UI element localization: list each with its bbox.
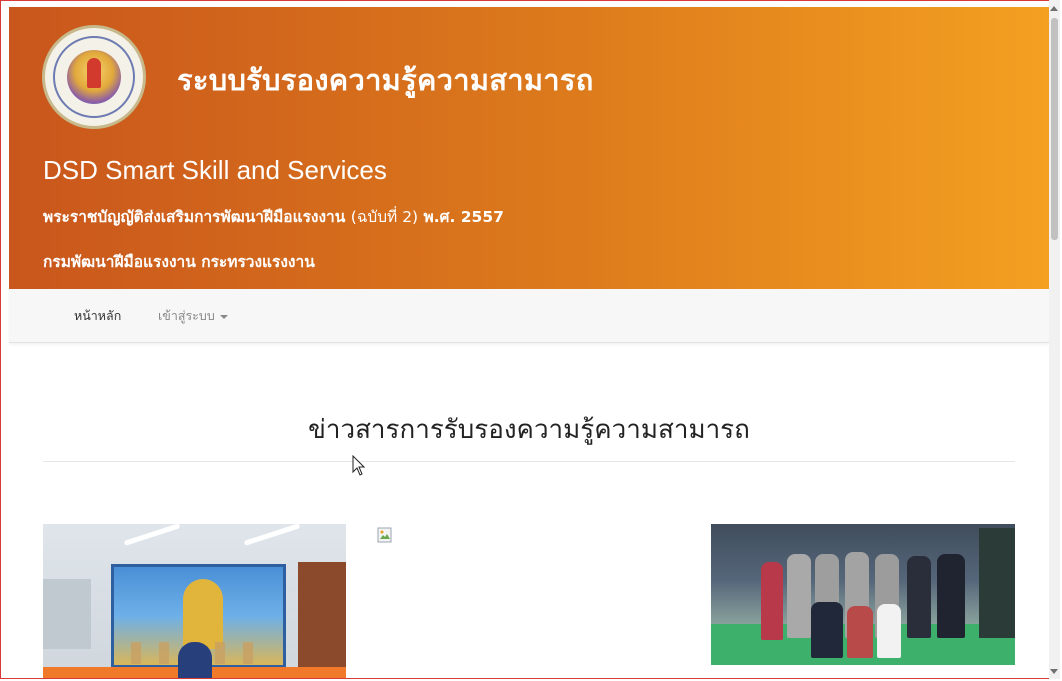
photo-wall: [298, 562, 346, 678]
nav-login-dropdown[interactable]: เข้าสู่ระบบ: [158, 306, 228, 326]
site-header: ระบบรับรองความรู้ความสามารถ DSD Smart Sk…: [9, 7, 1049, 289]
news-heading: ข่าวสารการรับรองความรู้ความสามารถ: [308, 415, 750, 445]
broken-image-icon[interactable]: [377, 527, 393, 543]
photo-statue: [183, 579, 223, 649]
nav-login-label: เข้าสู่ระบบ: [158, 308, 215, 323]
act-text: พระราชบัญญัติส่งเสริมการพัฒนาฝีมือแรงงาน: [43, 208, 346, 226]
section-divider: [43, 461, 1015, 462]
caret-down-icon: [219, 314, 228, 319]
scroll-down-arrow-icon[interactable]: [1050, 669, 1058, 674]
photo-window: [43, 579, 91, 649]
brand-name: DSD Smart Skill and Services: [43, 155, 387, 185]
mouse-cursor-icon: [352, 455, 366, 476]
ceiling-light: [123, 524, 181, 546]
nav-home-link[interactable]: หน้าหลัก: [74, 306, 121, 326]
photo-person: [761, 562, 783, 640]
department-name: กรมพัฒนาฝีมือแรงงาน กระทรวงแรงงาน: [43, 253, 315, 271]
news-photo-group[interactable]: [711, 524, 1015, 665]
scrollbar-thumb[interactable]: [1051, 18, 1058, 240]
department-seal-logo[interactable]: [42, 25, 146, 129]
scroll-up-arrow-icon[interactable]: [1050, 6, 1058, 11]
photo-cabinet: [979, 528, 1015, 638]
photo-person: [907, 556, 931, 638]
site-title: ระบบรับรองความรู้ความสามารถ: [177, 63, 594, 97]
photo-person: [787, 554, 811, 638]
top-navbar: หน้าหลัก เข้าสู่ระบบ: [9, 289, 1049, 343]
photo-person: [877, 604, 901, 658]
photo-person: [937, 554, 965, 638]
news-photo-meeting[interactable]: [43, 524, 346, 678]
act-subtitle: พระราชบัญญัติส่งเสริมการพัฒนาฝีมือแรงงาน…: [43, 204, 504, 229]
photo-person: [847, 606, 873, 658]
photo-person: [178, 642, 212, 678]
act-year: พ.ศ. 2557: [423, 208, 504, 226]
photo-person: [811, 602, 843, 658]
ceiling-light: [243, 524, 301, 546]
act-version: (ฉบับที่ 2): [350, 208, 419, 226]
seal-figure: [87, 58, 101, 88]
browser-viewport: ระบบรับรองความรู้ความสามารถ DSD Smart Sk…: [0, 0, 1060, 679]
